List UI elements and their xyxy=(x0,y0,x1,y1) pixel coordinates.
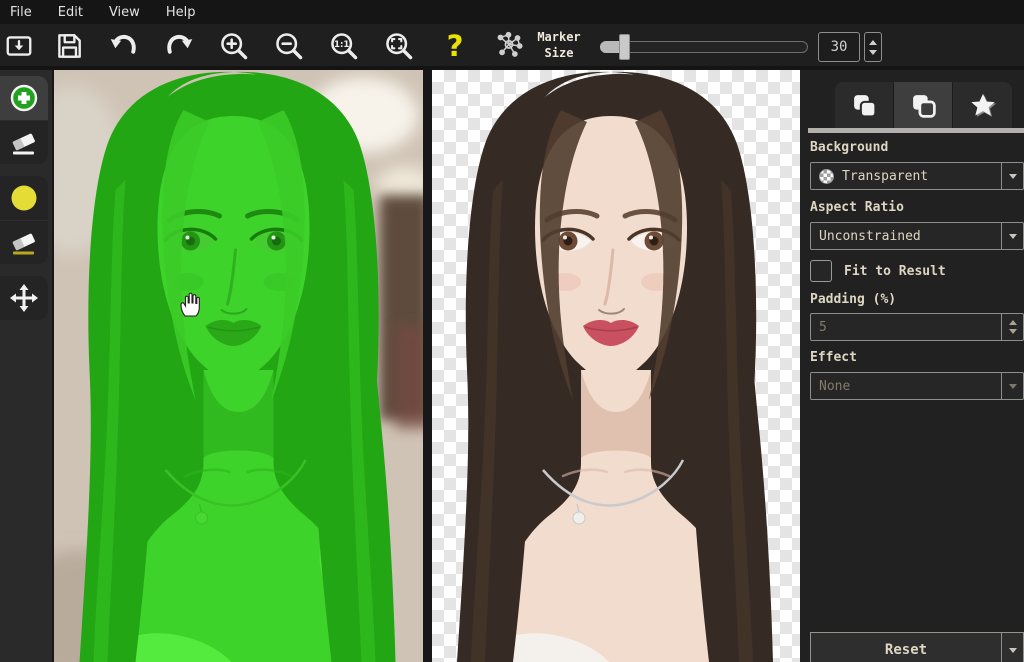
undo-icon xyxy=(109,31,139,61)
stepper-up-icon[interactable] xyxy=(1009,320,1017,325)
help-button[interactable]: ? xyxy=(436,27,474,65)
zoom-in-icon xyxy=(219,31,249,61)
effect-label: Effect xyxy=(810,350,857,365)
effect-dropdown[interactable]: None xyxy=(810,372,1024,400)
tab-underline xyxy=(808,128,1024,133)
undo-button[interactable] xyxy=(105,27,143,65)
chevron-down-icon xyxy=(1009,234,1017,239)
panel-tabs xyxy=(835,82,1012,128)
background-marker-tool[interactable] xyxy=(0,176,48,220)
eraser-white-icon xyxy=(9,128,39,158)
zoom-actual-size-button[interactable]: 1:1 xyxy=(325,27,363,65)
tab-layers-outline[interactable] xyxy=(894,82,953,128)
background-label: Background xyxy=(810,140,888,155)
settings-panel: Background Transparent Aspect Ratio Unco… xyxy=(800,70,1024,662)
transparent-swatch-icon xyxy=(819,169,834,184)
chevron-down-icon xyxy=(1009,648,1017,653)
segmentation-graph-icon xyxy=(493,30,525,62)
reset-dropdown-arrow[interactable] xyxy=(1001,633,1023,662)
layers-outline-icon xyxy=(910,92,937,119)
tool-sidebar xyxy=(0,70,52,662)
stepper-down-icon[interactable] xyxy=(869,50,877,55)
background-marker-eraser-tool[interactable] xyxy=(0,220,48,264)
segmentation-graph-button[interactable] xyxy=(490,27,528,65)
zoom-fit-icon xyxy=(384,31,414,61)
open-image-button[interactable] xyxy=(0,27,38,65)
marker-size-stepper[interactable] xyxy=(864,32,882,62)
save-icon xyxy=(54,31,84,61)
fit-to-result-checkbox[interactable] xyxy=(810,260,832,282)
stepper-down-icon[interactable] xyxy=(1009,329,1017,334)
zoom-out-button[interactable] xyxy=(270,27,308,65)
stepper-up-icon[interactable] xyxy=(869,40,877,45)
background-value: Transparent xyxy=(842,169,928,184)
reset-button-label: Reset xyxy=(811,642,1001,658)
marker-size-input[interactable] xyxy=(818,32,860,62)
pan-tool-group xyxy=(0,276,48,320)
marker-size-label: Marker Size xyxy=(528,29,590,61)
padding-stepper[interactable] xyxy=(1001,314,1023,340)
masked-portrait-image xyxy=(54,70,423,662)
chevron-down-icon xyxy=(1009,384,1017,389)
aspect-ratio-value: Unconstrained xyxy=(819,229,921,244)
padding-spinbox[interactable] xyxy=(810,313,1024,341)
dropdown-arrow[interactable] xyxy=(1001,223,1023,249)
foreground-tool-group xyxy=(0,76,48,164)
menu-edit[interactable]: Edit xyxy=(45,2,96,23)
fit-to-result-label: Fit to Result xyxy=(844,264,946,279)
chevron-down-icon xyxy=(1009,174,1017,179)
slider-track[interactable] xyxy=(600,41,808,53)
dropdown-arrow[interactable] xyxy=(1001,373,1023,399)
layers-filled-icon xyxy=(851,92,878,119)
yellow-circle-icon xyxy=(9,183,39,213)
tab-layers-filled[interactable] xyxy=(835,82,894,128)
app-window: File Edit View Help xyxy=(0,0,1024,662)
foreground-marker-eraser-tool[interactable] xyxy=(0,120,48,164)
result-image-view[interactable] xyxy=(432,70,800,662)
menu-bar: File Edit View Help xyxy=(0,0,1024,24)
background-dropdown[interactable]: Transparent xyxy=(810,162,1024,190)
result-portrait-image xyxy=(432,70,800,662)
star-icon xyxy=(969,91,997,119)
menu-view[interactable]: View xyxy=(96,2,153,23)
toolbar: 1:1 ? xyxy=(0,24,1024,70)
canvas-area xyxy=(52,70,800,662)
tab-star[interactable] xyxy=(953,82,1012,128)
svg-text:1:1: 1:1 xyxy=(334,40,349,50)
effect-value: None xyxy=(819,379,850,394)
zoom-out-icon xyxy=(274,31,304,61)
foreground-marker-tool[interactable] xyxy=(0,76,48,120)
redo-icon xyxy=(164,31,194,61)
marker-size-slider[interactable] xyxy=(600,38,808,56)
move-arrows-icon xyxy=(9,283,39,313)
reset-button[interactable]: Reset xyxy=(810,632,1024,662)
menu-help[interactable]: Help xyxy=(153,2,209,23)
dropdown-arrow[interactable] xyxy=(1001,163,1023,189)
marked-input-image-view[interactable] xyxy=(54,70,423,662)
open-image-icon xyxy=(4,31,34,61)
save-button[interactable] xyxy=(50,27,88,65)
menu-file[interactable]: File xyxy=(0,2,45,23)
aspect-ratio-dropdown[interactable]: Unconstrained xyxy=(810,222,1024,250)
help-icon: ? xyxy=(447,32,464,61)
zoom-in-button[interactable] xyxy=(215,27,253,65)
zoom-fit-button[interactable] xyxy=(380,27,418,65)
open-hand-cursor xyxy=(178,288,204,318)
background-tool-group xyxy=(0,176,48,264)
aspect-ratio-label: Aspect Ratio xyxy=(810,200,904,215)
redo-button[interactable] xyxy=(160,27,198,65)
padding-label: Padding (%) xyxy=(810,292,896,307)
zoom-actual-size-icon: 1:1 xyxy=(329,31,359,61)
pan-tool[interactable] xyxy=(0,276,48,320)
green-plus-icon xyxy=(9,83,39,113)
slider-handle[interactable] xyxy=(619,34,630,60)
padding-input[interactable] xyxy=(811,320,1001,335)
eraser-yellow-icon xyxy=(9,228,39,258)
